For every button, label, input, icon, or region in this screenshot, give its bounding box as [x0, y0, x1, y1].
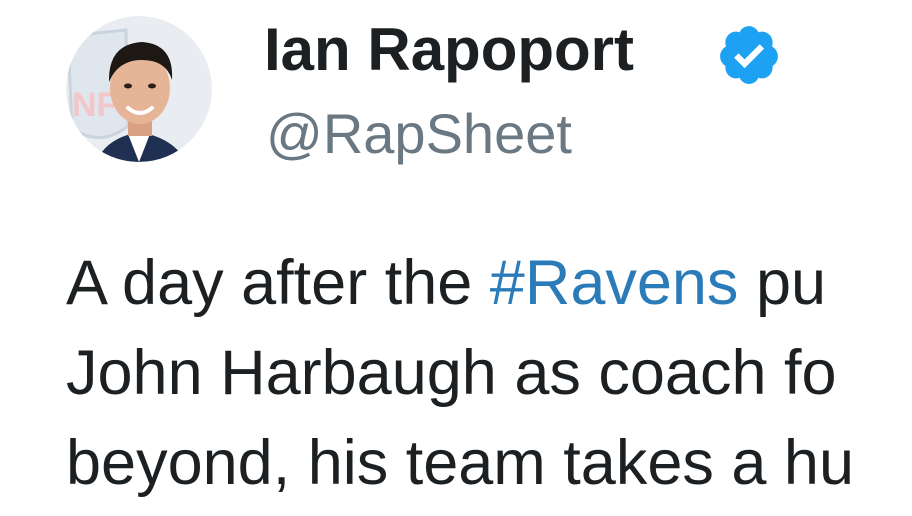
avatar-image: NFL [66, 16, 212, 162]
tweet-card: NFL Ian Rapoport @RapSheet A day after t… [0, 0, 912, 516]
verified-badge-icon [720, 26, 778, 84]
tweet-line-1: A day after the #Ravens pu [66, 238, 912, 328]
author-display-name[interactable]: Ian Rapoport [264, 14, 634, 86]
tweet-text: A day after the #Ravens pu John Harbaugh… [66, 238, 912, 516]
author-handle[interactable]: @RapSheet [266, 100, 572, 168]
tweet-line-3: beyond, his team takes a hu [66, 428, 854, 498]
hashtag-link[interactable]: #Ravens [490, 248, 739, 318]
tweet-text-segment: pu [738, 248, 827, 318]
author-avatar[interactable]: NFL [66, 16, 212, 162]
tweet-text-segment: A day after the [66, 248, 490, 318]
tweet-line-2: John Harbaugh as coach fo [66, 338, 837, 408]
